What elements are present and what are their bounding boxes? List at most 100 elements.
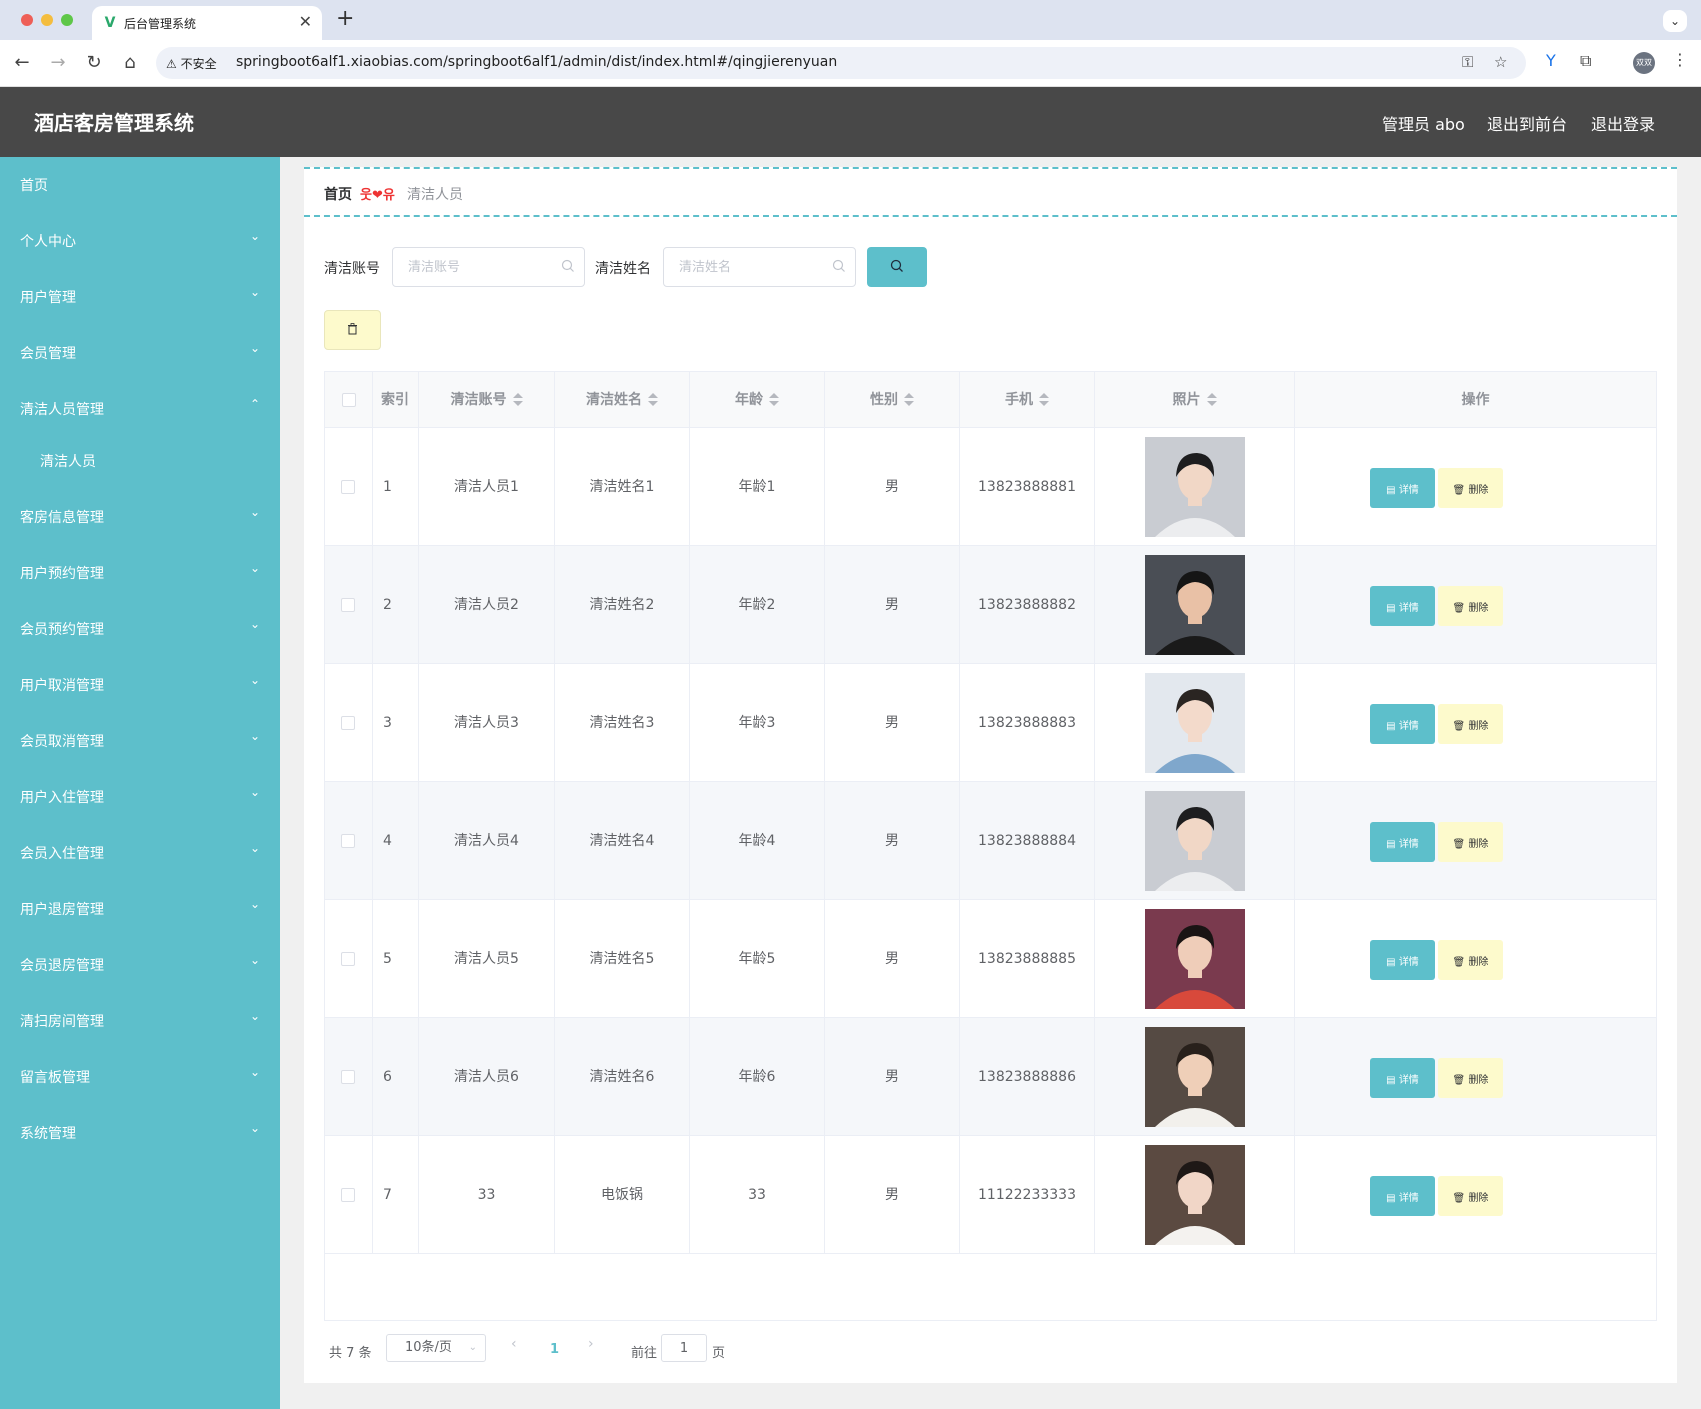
sidebar-item-personal-center[interactable]: 个人中心 ⌄ [0, 213, 280, 269]
tab-search-chevron-icon[interactable]: ⌄ [1663, 10, 1687, 32]
pagination-goto-input[interactable] [661, 1334, 707, 1362]
sidebar-item-label: 会员退房管理 [20, 958, 104, 974]
window-maximize-dot[interactable] [61, 14, 73, 26]
address-bar[interactable]: ⚠ 不安全 springboot6alf1.xiaobias.com/sprin… [156, 47, 1526, 79]
sort-caret-icon[interactable] [769, 393, 779, 407]
cleaner-photo[interactable] [1145, 909, 1245, 1009]
detail-button[interactable]: ▤ 详情 [1370, 1058, 1435, 1098]
sidebar-subitem-cleaners[interactable]: 清洁人员 [0, 433, 280, 489]
sort-caret-icon[interactable] [648, 393, 658, 407]
sort-caret-icon[interactable] [1206, 393, 1217, 407]
browser-menu-icon[interactable]: ⋮ [1672, 50, 1688, 69]
header-name[interactable]: 清洁姓名 [555, 372, 690, 428]
bookmark-star-icon[interactable]: ☆ [1494, 53, 1507, 71]
detail-button[interactable]: ▤ 详情 [1370, 822, 1435, 862]
account-search-input[interactable] [392, 247, 585, 287]
sort-caret-icon[interactable] [1039, 393, 1049, 407]
back-arrow-icon[interactable]: ← [10, 51, 34, 75]
sidebar-item-user-cancel[interactable]: 用户取消管理 ⌄ [0, 657, 280, 713]
cleaner-photo[interactable] [1145, 1145, 1245, 1245]
url-text[interactable]: springboot6alf1.xiaobias.com/springboot6… [236, 54, 837, 70]
password-key-icon[interactable]: ⚿ [1462, 53, 1473, 71]
row-checkbox[interactable] [341, 1188, 355, 1202]
reload-icon[interactable]: ↻ [82, 51, 106, 75]
table-row: 3 清洁人员3 清洁姓名3 年龄3 男 13823888883 ▤ 详情 🗑︎ 删除 [325, 664, 1656, 782]
sidebar-item-member-checkin[interactable]: 会员入住管理 ⌄ [0, 825, 280, 881]
sidebar-item-user-booking[interactable]: 用户预约管理 ⌄ [0, 545, 280, 601]
browser-tab[interactable]: V 后台管理系统 ✕ [92, 6, 322, 40]
profile-avatar[interactable]: 双双 [1633, 52, 1655, 74]
cleaner-photo[interactable] [1145, 673, 1245, 773]
search-button[interactable] [867, 247, 927, 287]
page-size-select[interactable]: 10条/页 ⌄ [386, 1334, 486, 1362]
row-checkbox[interactable] [341, 834, 355, 848]
logout-link[interactable]: 退出登录 [1591, 111, 1655, 135]
row-select-cell [325, 1136, 373, 1254]
delete-button[interactable]: 🗑︎ 删除 [1438, 940, 1503, 980]
row-checkbox[interactable] [341, 716, 355, 730]
sidebar-item-room-info[interactable]: 客房信息管理 ⌄ [0, 489, 280, 545]
cell-name: 电饭锅 [555, 1136, 690, 1254]
sidebar-item-cleaner-management[interactable]: 清洁人员管理 ⌃ [0, 381, 280, 437]
breadcrumb-home[interactable]: 首页 [324, 184, 352, 204]
header-age[interactable]: 年龄 [690, 372, 825, 428]
extensions-puzzle-icon[interactable]: ⧉ [1580, 51, 1591, 71]
next-page-icon[interactable]: › [588, 1336, 594, 1352]
sort-caret-icon[interactable] [512, 393, 523, 407]
cleaner-photo[interactable] [1145, 791, 1245, 891]
sidebar-item-member-booking[interactable]: 会员预约管理 ⌄ [0, 601, 280, 657]
detail-button[interactable]: ▤ 详情 [1370, 704, 1435, 744]
cell-name: 清洁姓名2 [555, 546, 690, 664]
sidebar-item-member-checkout[interactable]: 会员退房管理 ⌄ [0, 937, 280, 993]
new-tab-icon[interactable]: + [336, 6, 354, 32]
select-all-checkbox[interactable] [342, 393, 356, 407]
delete-button[interactable]: 🗑︎ 删除 [1438, 586, 1503, 626]
header-gender[interactable]: 性别 [825, 372, 960, 428]
sidebar-item-user-checkin[interactable]: 用户入住管理 ⌄ [0, 769, 280, 825]
extension-icon[interactable]: Y [1546, 51, 1556, 70]
sidebar-item-system[interactable]: 系统管理 ⌄ [0, 1105, 280, 1161]
delete-button[interactable]: 🗑︎ 删除 [1438, 468, 1503, 508]
security-warning[interactable]: ⚠ 不安全 [166, 55, 217, 72]
pagination-current-page[interactable]: 1 [550, 1342, 559, 1357]
row-checkbox[interactable] [341, 598, 355, 612]
detail-button[interactable]: ▤ 详情 [1370, 468, 1435, 508]
cleaner-photo[interactable] [1145, 1027, 1245, 1127]
main-content: 首页 웃❤유 清洁人员 清洁账号 清洁姓名 索引 清洁账号 清洁姓名 年龄 性别… [304, 167, 1677, 1383]
window-minimize-dot[interactable] [41, 14, 53, 26]
cleaner-photo[interactable] [1145, 555, 1245, 655]
row-checkbox[interactable] [341, 952, 355, 966]
row-checkbox[interactable] [341, 480, 355, 494]
sidebar-item-member-cancel[interactable]: 会员取消管理 ⌄ [0, 713, 280, 769]
delete-button[interactable]: 🗑︎ 删除 [1438, 1176, 1503, 1216]
sidebar-item-user-management[interactable]: 用户管理 ⌄ [0, 269, 280, 325]
header-account[interactable]: 清洁账号 [419, 372, 555, 428]
name-search-input[interactable] [663, 247, 856, 287]
cell-actions: ▤ 详情 🗑︎ 删除 [1295, 782, 1656, 900]
sort-caret-icon[interactable] [904, 393, 914, 407]
sidebar-item-member-management[interactable]: 会员管理 ⌄ [0, 325, 280, 381]
sidebar-item-user-checkout[interactable]: 用户退房管理 ⌄ [0, 881, 280, 937]
batch-delete-button[interactable] [324, 310, 381, 350]
sidebar-item-room-cleaning[interactable]: 清扫房间管理 ⌄ [0, 993, 280, 1049]
detail-button[interactable]: ▤ 详情 [1370, 1176, 1435, 1216]
window-close-dot[interactable] [21, 14, 33, 26]
sidebar-item-message-board[interactable]: 留言板管理 ⌄ [0, 1049, 280, 1105]
header-photo[interactable]: 照片 [1095, 372, 1295, 428]
detail-button[interactable]: ▤ 详情 [1370, 586, 1435, 626]
sidebar-item-home[interactable]: 首页 [0, 157, 280, 213]
delete-button[interactable]: 🗑︎ 删除 [1438, 704, 1503, 744]
tab-close-icon[interactable]: ✕ [299, 13, 312, 31]
prev-page-icon[interactable]: ‹ [511, 1336, 517, 1352]
detail-button[interactable]: ▤ 详情 [1370, 940, 1435, 980]
header-phone[interactable]: 手机 [960, 372, 1095, 428]
delete-button[interactable]: 🗑︎ 删除 [1438, 1058, 1503, 1098]
cell-index: 7 [373, 1136, 419, 1254]
delete-button[interactable]: 🗑︎ 删除 [1438, 822, 1503, 862]
cleaner-photo[interactable] [1145, 437, 1245, 537]
document-icon: ▤ [1386, 1192, 1396, 1204]
exit-to-front-link[interactable]: 退出到前台 [1487, 111, 1567, 135]
forward-arrow-icon[interactable]: → [46, 51, 70, 75]
home-icon[interactable]: ⌂ [118, 51, 142, 75]
row-checkbox[interactable] [341, 1070, 355, 1084]
